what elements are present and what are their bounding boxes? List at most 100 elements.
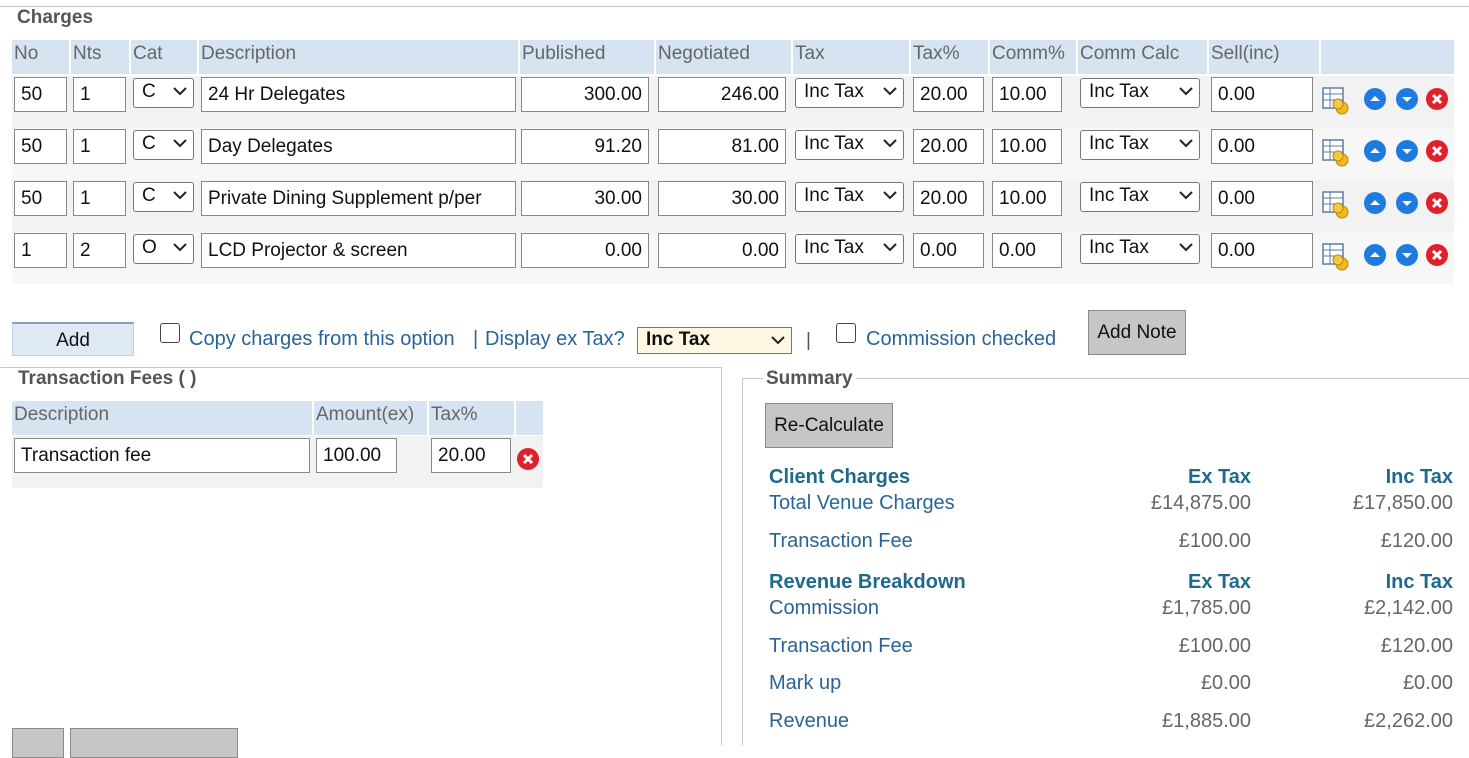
calculator-table-icon[interactable] <box>1322 86 1352 116</box>
summary-row-ex: £14,875.00 <box>1150 492 1251 514</box>
tf-taxpct-field[interactable]: 20.00 <box>431 438 511 473</box>
commcalc-select[interactable]: Inc Tax <box>1080 234 1200 264</box>
summary-row-label: Revenue <box>769 710 850 732</box>
move-up-icon[interactable] <box>1364 88 1386 110</box>
toolbar-separator: | <box>806 330 811 351</box>
delete-icon[interactable] <box>1426 192 1448 214</box>
description-field[interactable]: Day Delegates <box>201 129 516 164</box>
summary-row-inc: £120.00 <box>1380 530 1453 552</box>
tax-select[interactable]: Inc Tax <box>795 78 904 108</box>
header-sell: Sell(inc) <box>1209 40 1319 74</box>
taxpct-field[interactable]: 20.00 <box>913 181 984 216</box>
tax-select[interactable]: Inc Tax <box>795 234 904 264</box>
delete-icon[interactable] <box>1426 140 1448 162</box>
sell-field[interactable]: 0.00 <box>1211 129 1313 164</box>
no-field[interactable]: 50 <box>14 181 67 216</box>
taxpct-field[interactable]: 20.00 <box>913 77 984 112</box>
nts-field[interactable]: 1 <box>73 77 126 112</box>
cat-select-value: C <box>142 133 156 154</box>
published-field[interactable]: 300.00 <box>521 77 649 112</box>
nts-field[interactable]: 1 <box>73 129 126 164</box>
no-field[interactable]: 50 <box>14 129 67 164</box>
copy-charges-checkbox[interactable] <box>160 323 180 343</box>
tax-select-value: Inc Tax <box>804 185 864 206</box>
tf-description-field[interactable]: Transaction fee <box>14 438 310 473</box>
commpct-field[interactable]: 0.00 <box>992 233 1062 268</box>
add-note-button[interactable]: Add Note <box>1088 310 1186 355</box>
no-field[interactable]: 50 <box>14 77 67 112</box>
cat-select[interactable]: C <box>133 182 194 212</box>
display-tax-select[interactable]: Inc Tax <box>637 327 792 354</box>
commpct-field[interactable]: 10.00 <box>992 77 1062 112</box>
move-down-icon[interactable] <box>1396 244 1418 266</box>
header-taxpct: Tax% <box>911 40 988 74</box>
negotiated-field[interactable]: 246.00 <box>658 77 786 112</box>
tf-add-button[interactable] <box>12 728 64 758</box>
header-cat: Cat <box>131 40 197 74</box>
no-field[interactable]: 1 <box>14 233 67 268</box>
negotiated-field[interactable]: 30.00 <box>658 181 786 216</box>
calculator-table-icon[interactable] <box>1322 190 1352 220</box>
move-up-icon[interactable] <box>1364 244 1386 266</box>
sell-field[interactable]: 0.00 <box>1211 77 1313 112</box>
summary-row-ex: £1,885.00 <box>1162 710 1251 732</box>
delete-icon[interactable] <box>1426 88 1448 110</box>
calculator-table-icon[interactable] <box>1322 138 1352 168</box>
cat-select-value: O <box>142 237 157 258</box>
chevron-down-icon <box>173 139 187 148</box>
description-field[interactable]: Private Dining Supplement p/per <box>201 181 516 216</box>
commcalc-select[interactable]: Inc Tax <box>1080 130 1200 160</box>
copy-charges-label[interactable]: Copy charges from this option <box>189 328 455 351</box>
nts-field[interactable]: 2 <box>73 233 126 268</box>
commpct-field[interactable]: 10.00 <box>992 181 1062 216</box>
add-charge-button[interactable]: Add <box>12 322 134 356</box>
chevron-down-icon <box>173 87 187 96</box>
published-field[interactable]: 30.00 <box>521 181 649 216</box>
negotiated-field[interactable]: 81.00 <box>658 129 786 164</box>
description-field[interactable]: LCD Projector & screen <box>201 233 516 268</box>
move-up-icon[interactable] <box>1364 192 1386 214</box>
description-field[interactable]: 24 Hr Delegates <box>201 77 516 112</box>
tax-select[interactable]: Inc Tax <box>795 130 904 160</box>
commcalc-select[interactable]: Inc Tax <box>1080 78 1200 108</box>
commcalc-select[interactable]: Inc Tax <box>1080 182 1200 212</box>
toolbar-separator: | <box>473 328 479 350</box>
cat-select[interactable]: O <box>133 234 194 264</box>
header-commcalc: Comm Calc <box>1078 40 1207 74</box>
summary-row-ex: £0.00 <box>1200 672 1251 694</box>
sell-field[interactable]: 0.00 <box>1211 233 1313 268</box>
published-field[interactable]: 0.00 <box>521 233 649 268</box>
display-ex-tax-label: Display ex Tax? <box>485 328 625 350</box>
tf-secondary-button[interactable] <box>70 728 238 758</box>
summary-row-ex: £100.00 <box>1178 635 1251 657</box>
delete-icon[interactable] <box>1426 244 1448 266</box>
taxpct-field[interactable]: 0.00 <box>913 233 984 268</box>
move-up-icon[interactable] <box>1364 140 1386 162</box>
commcalc-select-value: Inc Tax <box>1089 133 1149 154</box>
move-down-icon[interactable] <box>1396 192 1418 214</box>
nts-field[interactable]: 1 <box>73 181 126 216</box>
commission-checked-label[interactable]: Commission checked <box>866 328 1056 351</box>
cat-select[interactable]: C <box>133 78 194 108</box>
chevron-down-icon <box>173 243 187 252</box>
delete-icon[interactable] <box>517 448 539 470</box>
commpct-field[interactable]: 10.00 <box>992 129 1062 164</box>
commission-checked-checkbox[interactable] <box>836 323 856 343</box>
move-down-icon[interactable] <box>1396 88 1418 110</box>
tax-select[interactable]: Inc Tax <box>795 182 904 212</box>
tf-amount-field[interactable]: 100.00 <box>316 438 397 473</box>
calculator-table-icon[interactable] <box>1322 242 1352 272</box>
published-field[interactable]: 91.20 <box>521 129 649 164</box>
summary-row-label: Total Venue Charges <box>769 492 955 514</box>
negotiated-field[interactable]: 0.00 <box>658 233 786 268</box>
chevron-down-icon <box>883 87 897 96</box>
sell-field[interactable]: 0.00 <box>1211 181 1313 216</box>
tf-header-description: Description <box>12 401 312 435</box>
recalculate-button[interactable]: Re-Calculate <box>765 403 893 448</box>
move-down-icon[interactable] <box>1396 140 1418 162</box>
revenue-ex-tax-heading: Ex Tax <box>1188 571 1251 593</box>
cat-select[interactable]: C <box>133 130 194 160</box>
taxpct-field[interactable]: 20.00 <box>913 129 984 164</box>
header-commpct: Comm% <box>990 40 1076 74</box>
revenue-inc-tax-heading: Inc Tax <box>1385 571 1453 593</box>
